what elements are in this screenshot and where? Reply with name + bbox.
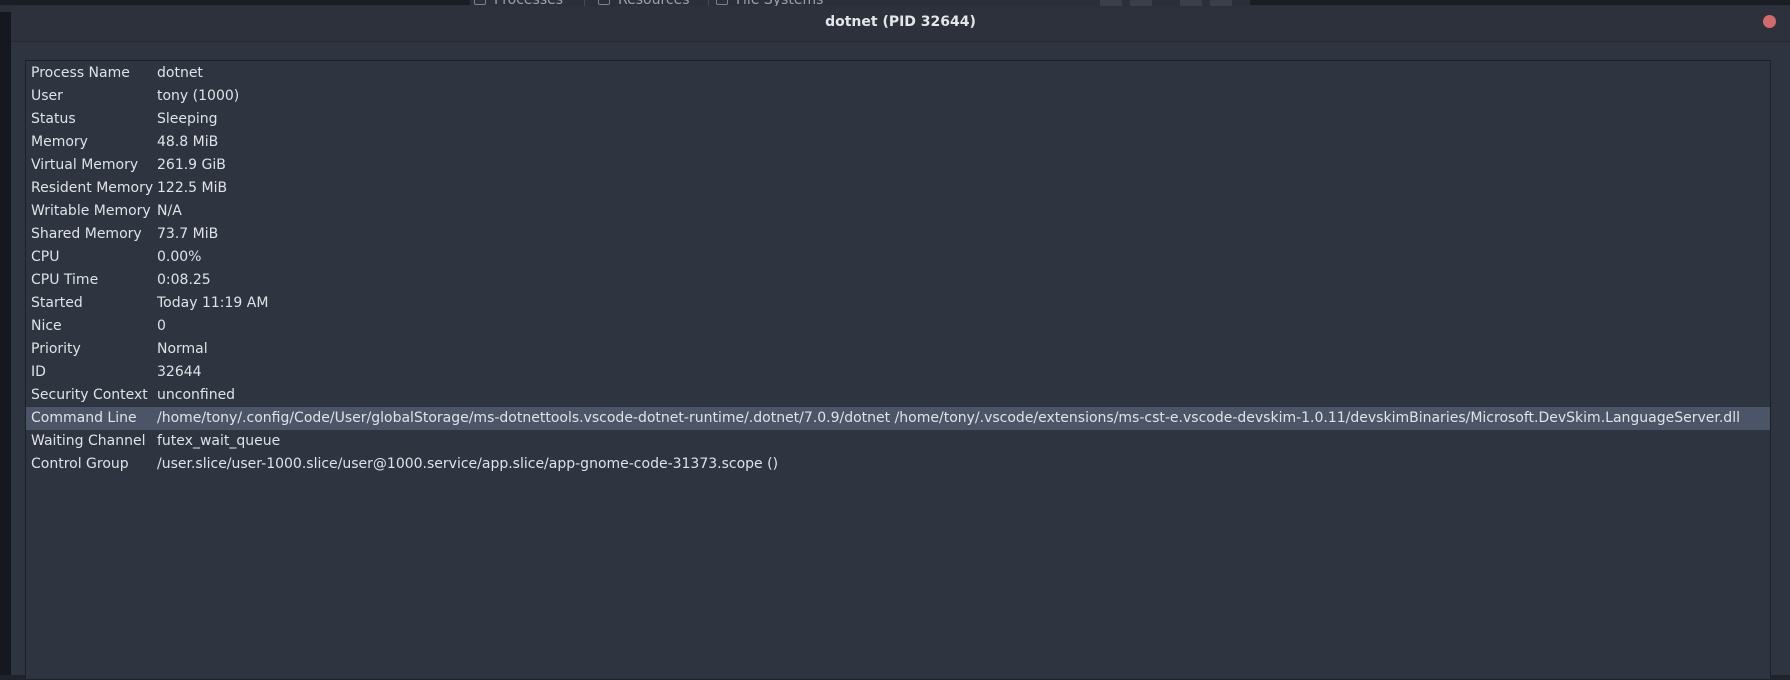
- property-value: 0.00%: [157, 249, 202, 265]
- close-icon[interactable]: [1763, 15, 1776, 28]
- property-key: Nice: [31, 318, 62, 334]
- property-key: Command Line: [31, 410, 137, 426]
- property-value: dotnet: [157, 65, 203, 81]
- property-value: 122.5 MiB: [157, 180, 228, 196]
- property-row[interactable]: Status Sleeping: [26, 108, 1770, 131]
- property-row[interactable]: Shared Memory 73.7 MiB: [26, 223, 1770, 246]
- property-row[interactable]: ID 32644: [26, 361, 1770, 384]
- property-value: 261.9 GiB: [157, 157, 226, 173]
- property-key: ID: [31, 364, 46, 380]
- property-value: /user.slice/user-1000.slice/user@1000.se…: [157, 456, 779, 472]
- property-value: 32644: [157, 364, 202, 380]
- property-key: Memory: [31, 134, 88, 150]
- property-key: Waiting Channel: [31, 433, 146, 449]
- property-row[interactable]: CPU 0.00%: [26, 246, 1770, 269]
- property-value: Sleeping: [157, 111, 218, 127]
- property-row[interactable]: Priority Normal: [26, 338, 1770, 361]
- property-key: Writable Memory: [31, 203, 151, 219]
- property-key: Virtual Memory: [31, 157, 139, 173]
- property-key: Started: [31, 295, 83, 311]
- property-value: Today 11:19 AM: [157, 295, 269, 311]
- properties-list: Process Name dotnet User tony (1000) Status S…: [26, 62, 1770, 476]
- property-row[interactable]: Virtual Memory 261.9 GiB: [26, 154, 1770, 177]
- property-row[interactable]: Command Line/home/tony/.config/Code/User…: [26, 407, 1770, 430]
- property-value: 48.8 MiB: [157, 134, 219, 150]
- property-row[interactable]: Security Context unconfined: [26, 384, 1770, 407]
- process-properties-dialog: dotnet (PID 32644) Process Name dotnet Use…: [11, 6, 1790, 680]
- properties-table: Process Name dotnet User tony (1000) Status S…: [25, 60, 1771, 680]
- property-row[interactable]: Resident Memory 122.5 MiB: [26, 177, 1770, 200]
- property-value: 73.7 MiB: [157, 226, 219, 242]
- property-value: tony (1000): [157, 88, 240, 104]
- property-key: Process Name: [31, 65, 130, 81]
- property-value: futex_wait_queue: [157, 433, 281, 449]
- property-row[interactable]: Control Group/user.slice/user-1000.slice…: [26, 453, 1770, 476]
- background-window-edge: [0, 0, 11, 675]
- property-value: unconfined: [157, 387, 236, 403]
- property-row[interactable]: Waiting Channel futex_wait_queue: [26, 430, 1770, 453]
- property-row[interactable]: User tony (1000): [26, 85, 1770, 108]
- property-key: Control Group: [31, 456, 129, 472]
- background-headerbar-left: [0, 0, 470, 5]
- dialog-titlebar[interactable]: dotnet (PID 32644): [11, 6, 1790, 42]
- property-value: 0: [157, 318, 166, 334]
- dialog-title: dotnet (PID 32644): [825, 14, 976, 30]
- property-row[interactable]: Nice 0: [26, 315, 1770, 338]
- property-row[interactable]: CPU Time 0:08.25: [26, 269, 1770, 292]
- property-key: Priority: [31, 341, 81, 357]
- property-key: User: [31, 88, 63, 104]
- background-headerbar-right: [1250, 0, 1790, 5]
- property-row[interactable]: Memory 48.8 MiB: [26, 131, 1770, 154]
- property-key: CPU Time: [31, 272, 99, 288]
- property-row[interactable]: Started Today 11:19 AM: [26, 292, 1770, 315]
- property-value: N/A: [157, 203, 182, 219]
- property-key: Security Context: [31, 387, 148, 403]
- resources-tab-icon: [598, 0, 610, 5]
- property-row[interactable]: Writable Memory N/A: [26, 200, 1770, 223]
- property-value: 0:08.25: [157, 272, 211, 288]
- property-key: CPU: [31, 249, 60, 265]
- property-key: Status: [31, 111, 76, 127]
- property-row[interactable]: Process Name dotnet: [26, 62, 1770, 85]
- property-key: Resident Memory: [31, 180, 154, 196]
- property-value: Normal: [157, 341, 208, 357]
- property-key: Shared Memory: [31, 226, 142, 242]
- file-systems-tab-icon: [716, 0, 728, 5]
- property-value: /home/tony/.config/Code/User/globalStora…: [157, 410, 1740, 426]
- processes-tab-icon: [474, 0, 486, 5]
